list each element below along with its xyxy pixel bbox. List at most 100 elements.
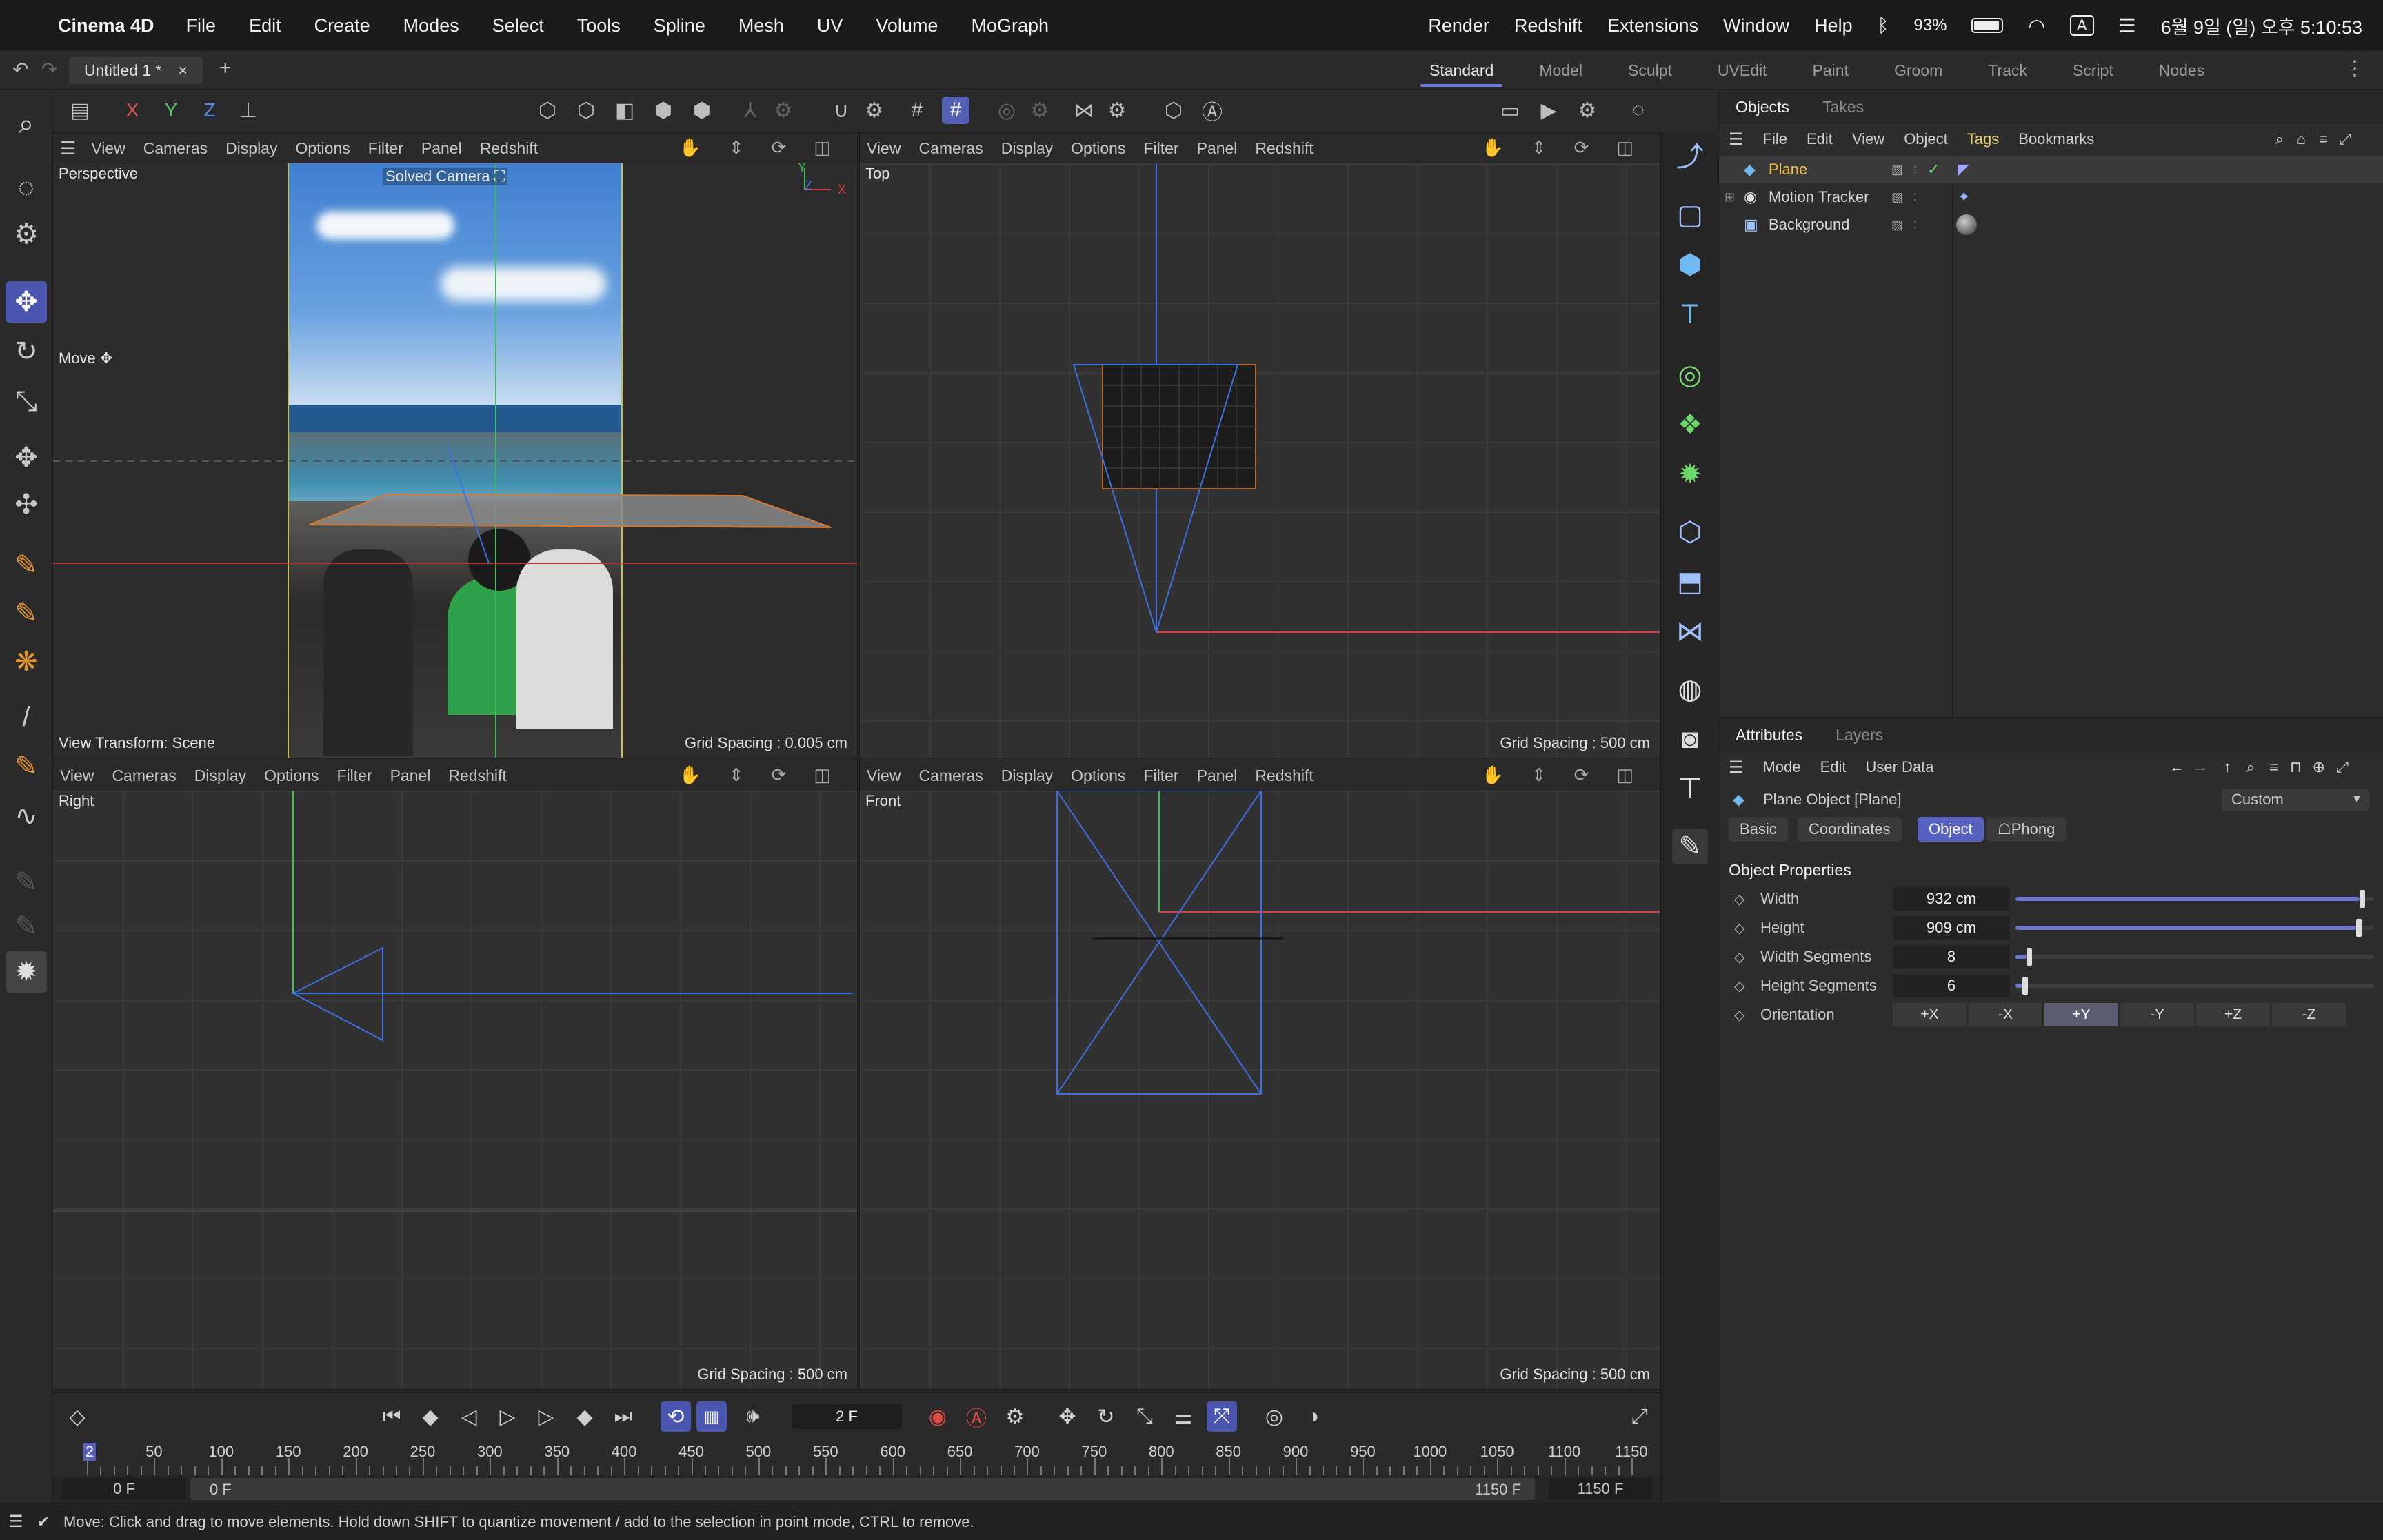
viewport-canvas[interactable]: Front Grid Spacing : 500 cm — [860, 791, 1660, 1389]
maximize-icon[interactable]: ◫ — [1616, 137, 1633, 159]
brush-icon[interactable]: / — [6, 696, 47, 738]
end-frame-field[interactable]: 1150 F — [1549, 1478, 1652, 1500]
vp-menu-display[interactable]: Display — [194, 767, 246, 785]
scale-tool-icon[interactable]: ⤡ — [6, 381, 47, 422]
vp-menu-redshift[interactable]: Redshift — [480, 139, 538, 158]
vp-menu-options[interactable]: Options — [1071, 139, 1125, 158]
vp-menu-redshift[interactable]: Redshift — [1255, 139, 1313, 158]
dolly-icon[interactable]: ⇕ — [729, 764, 744, 786]
vp-menu-display[interactable]: Display — [225, 139, 277, 158]
scene-icon[interactable]: ⬒ — [1672, 564, 1708, 600]
attr-menu-mode[interactable]: Mode — [1763, 758, 1801, 776]
menu-select[interactable]: Select — [492, 15, 544, 37]
viewport-canvas[interactable]: Top Grid Spacing : 500 cm — [860, 163, 1660, 758]
axis-z-toggle[interactable]: Z — [196, 97, 223, 124]
layer-icon[interactable]: ▨ — [1891, 190, 1903, 205]
symmetry-icon[interactable]: ⋈ — [1070, 97, 1098, 124]
subtab-phong[interactable]: ☖ Phong — [1987, 817, 2067, 842]
tab-takes[interactable]: Takes — [1806, 98, 1880, 116]
width-slider[interactable] — [2015, 890, 2374, 908]
layout-tab-nodes[interactable]: Nodes — [2136, 51, 2227, 90]
expand-icon[interactable]: ⊞ — [1725, 190, 1735, 205]
height-field[interactable]: 909 cm — [1893, 916, 2010, 940]
tab-attributes[interactable]: Attributes — [1719, 726, 1819, 744]
rotate-tool-icon[interactable]: ↻ — [6, 331, 47, 372]
magnet-settings-icon[interactable]: ⚙ — [861, 97, 888, 124]
bluetooth-icon[interactable]: ᛒ — [1878, 14, 1889, 37]
tool-disabled-2-icon[interactable]: ✎ — [6, 906, 47, 947]
make-editable-icon[interactable]: ▤ — [66, 97, 94, 124]
go-to-end-icon[interactable]: ⏭ — [608, 1401, 639, 1432]
sound-icon[interactable]: 🕪 — [738, 1401, 768, 1432]
height-segments-field[interactable]: 6 — [1893, 974, 2010, 997]
up-arrow-icon[interactable]: ↑ — [2224, 758, 2231, 776]
motion-clip-icon[interactable]: ◑ — [1298, 1401, 1328, 1432]
lasso-icon[interactable]: ∿ — [6, 796, 47, 837]
hamburger-icon[interactable]: ☰ — [1729, 130, 1744, 150]
layout-tab-standard[interactable]: Standard — [1407, 51, 1516, 90]
points-mode-icon[interactable]: ⬡ — [534, 97, 561, 124]
start-frame-field[interactable]: 0 F — [62, 1478, 186, 1500]
move-axis-icon[interactable]: ✥ — [6, 437, 47, 478]
dolly-icon[interactable]: ⇕ — [729, 137, 744, 159]
orient-plus-z[interactable]: +Z — [2196, 1003, 2271, 1026]
input-source-icon[interactable]: A — [2069, 15, 2094, 36]
record-icon[interactable]: ◉ — [923, 1401, 953, 1432]
document-tab[interactable]: Untitled 1 * × — [69, 57, 203, 84]
enabled-check-icon[interactable]: ✓ — [1927, 161, 1940, 179]
vp-menu-redshift[interactable]: Redshift — [1255, 767, 1313, 785]
vp-menu-options[interactable]: Options — [295, 139, 350, 158]
orient-minus-y[interactable]: -Y — [2120, 1003, 2195, 1026]
clock[interactable]: 6월 9일 (일) 오후 5:10:53 — [2161, 12, 2362, 39]
object-row-background[interactable]: ▣ Background ▨ ⁚ — [1719, 211, 2383, 239]
snap-grid-icon[interactable]: # — [942, 97, 969, 124]
layout-tab-groom[interactable]: Groom — [1871, 51, 1965, 90]
battery-icon[interactable] — [1971, 18, 2004, 33]
expand-icon[interactable]: ⤢ — [2339, 130, 2351, 148]
icon-hamburger[interactable]: ☰ — [60, 138, 76, 159]
orbit-icon[interactable]: ⟳ — [772, 764, 787, 786]
filter-icon[interactable]: ≡ — [2319, 130, 2328, 148]
width-field[interactable]: 932 cm — [1893, 887, 2010, 911]
key-rotation-icon[interactable]: ↻ — [1091, 1401, 1121, 1432]
vp-menu-cameras[interactable]: Cameras — [143, 139, 208, 158]
render-settings-icon[interactable]: ⚙ — [1573, 97, 1601, 124]
home-icon[interactable]: ⌂ — [2297, 130, 2306, 148]
keyframe-diamond-icon[interactable]: ◇ — [1734, 949, 1744, 966]
new-window-icon[interactable]: ⊕ — [2313, 758, 2325, 776]
menu-volume[interactable]: Volume — [876, 15, 938, 37]
snap-settings-icon[interactable]: ⚙ — [770, 97, 797, 124]
subtab-object[interactable]: Object — [1918, 817, 1984, 842]
vp-menu-filter[interactable]: Filter — [1143, 139, 1178, 158]
obj-menu-file[interactable]: File — [1763, 130, 1787, 148]
vp-menu-panel[interactable]: Panel — [421, 139, 462, 158]
menu-edit[interactable]: Edit — [249, 15, 281, 37]
vp-menu-redshift[interactable]: Redshift — [448, 767, 506, 785]
layout-tab-uvedit[interactable]: UVEdit — [1695, 51, 1790, 90]
layer-icon[interactable]: ▨ — [1891, 218, 1903, 232]
orient-plus-x[interactable]: +X — [1893, 1003, 1967, 1026]
orient-minus-x[interactable]: -X — [1969, 1003, 2043, 1026]
workplane-grid-icon[interactable]: # — [903, 97, 931, 124]
key-param-icon[interactable]: ⚌ — [1168, 1401, 1198, 1432]
viewport-canvas[interactable]: Solved Camera ⛶ Y X Z Perspective Move ✥… — [53, 161, 857, 758]
attr-menu-user-data[interactable]: User Data — [1865, 758, 1933, 776]
soft-selection-icon[interactable]: ◎ — [993, 97, 1020, 124]
redshift-ipr-icon[interactable]: ◌ — [1625, 97, 1652, 124]
tab-layers[interactable]: Layers — [1819, 726, 1900, 744]
vp-menu-panel[interactable]: Panel — [1197, 139, 1238, 158]
attr-menu-edit[interactable]: Edit — [1820, 758, 1847, 776]
key-scale-icon[interactable]: ⤡ — [1129, 1401, 1160, 1432]
obj-menu-edit[interactable]: Edit — [1807, 130, 1833, 148]
menu-modes[interactable]: Modes — [403, 15, 459, 37]
forward-arrow-icon[interactable]: → — [2193, 758, 2208, 776]
tab-objects[interactable]: Objects — [1719, 98, 1806, 116]
null-object-icon[interactable]: ▢ — [1672, 197, 1708, 233]
current-frame-field[interactable]: 2 F — [792, 1404, 902, 1429]
visibility-dots[interactable]: ⁚ — [1913, 219, 1916, 231]
wifi-icon[interactable]: ◠ — [2028, 14, 2044, 37]
expand-icon[interactable]: ⤢ — [2336, 758, 2349, 776]
vp-menu-filter[interactable]: Filter — [368, 139, 403, 158]
vp-menu-filter[interactable]: Filter — [336, 767, 372, 785]
tag-icon[interactable]: ◤ — [1958, 161, 1969, 179]
